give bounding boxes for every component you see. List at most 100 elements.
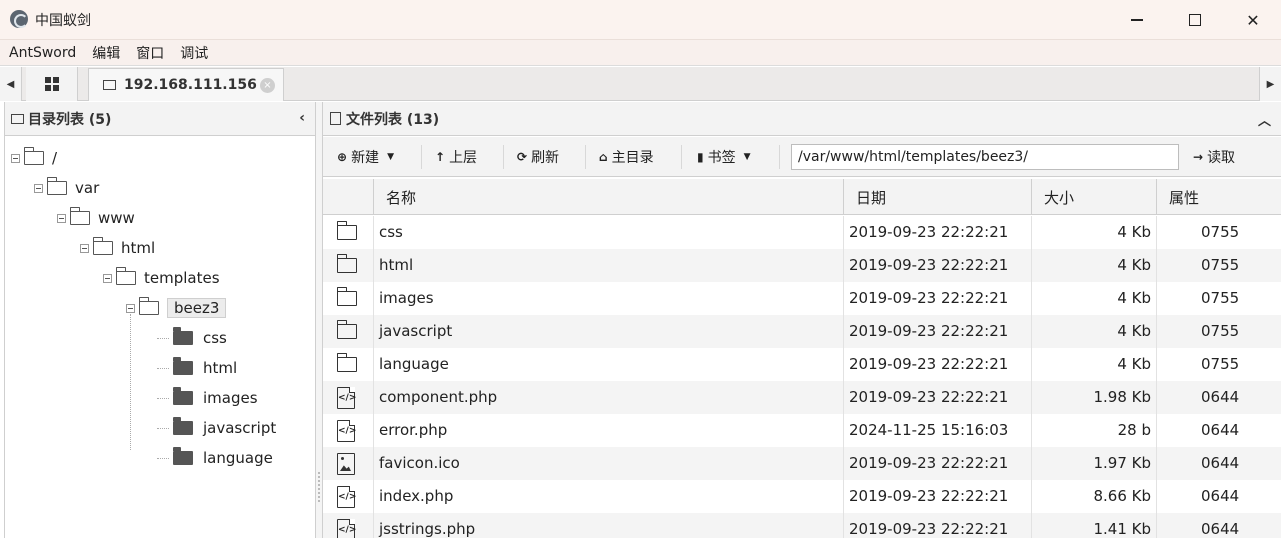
file-row[interactable]: favicon.ico 2019-09-23 22:22:21 1.97 Kb 064… <box>323 447 1281 480</box>
menu-antsword[interactable]: AntSword <box>9 45 76 61</box>
file-row[interactable]: </> component.php 2019-09-23 22:22:21 1.98 … <box>323 381 1281 414</box>
up-button[interactable]: ↑ 上层 <box>435 137 477 177</box>
file-name: images <box>379 289 434 307</box>
read-button[interactable]: → 读取 <box>1193 137 1235 177</box>
column-date[interactable]: 日期 <box>843 179 1031 215</box>
file-name: language <box>379 355 449 373</box>
file-row[interactable]: </> jsstrings.php 2019-09-23 22:22:21 1.41 … <box>323 513 1281 538</box>
collapse-toggle-icon[interactable] <box>103 273 112 283</box>
maximize-button[interactable] <box>1166 0 1224 40</box>
tree-item-label: html <box>203 359 238 377</box>
collapse-left-icon[interactable]: ‹ <box>299 110 305 126</box>
collapse-toggle-icon[interactable] <box>126 303 135 313</box>
tab-home[interactable] <box>26 67 78 101</box>
file-row[interactable]: css 2019-09-23 22:22:21 4 Kb 0755 <box>323 216 1281 249</box>
collapse-toggle-icon[interactable] <box>57 213 66 223</box>
file-panel-header: 文件列表 (13) ︿ <box>323 102 1281 136</box>
folder-open-icon <box>24 147 44 165</box>
new-button-label: 新建 <box>351 150 380 166</box>
file-size: 1.41 Kb <box>1093 520 1151 538</box>
tree-item[interactable]: language <box>157 446 273 470</box>
antsword-logo-icon <box>10 10 28 28</box>
file-row[interactable]: images 2019-09-23 22:22:21 4 Kb 0755 <box>323 282 1281 315</box>
column-size[interactable]: 大小 <box>1031 179 1156 215</box>
directory-panel-title: 目录列表 (5) <box>28 111 112 128</box>
file-date: 2019-09-23 22:22:21 <box>849 322 1009 340</box>
tree-item[interactable]: html <box>157 356 237 380</box>
file-permission: 0755 <box>1201 289 1240 307</box>
file-date: 2019-09-23 22:22:21 <box>849 454 1009 472</box>
tree-item-label: html <box>121 239 156 257</box>
folder-open-icon <box>93 237 113 255</box>
tree-item[interactable]: www <box>57 206 135 230</box>
menu-edit[interactable]: 编辑 <box>92 43 120 63</box>
tree-item-label: var <box>75 179 100 197</box>
menu-bar: AntSword 编辑 窗口 调试 <box>0 40 1281 66</box>
path-input[interactable] <box>791 144 1179 170</box>
file-row[interactable]: html 2019-09-23 22:22:21 4 Kb 0755 <box>323 249 1281 282</box>
tab-scroll-left-button[interactable]: ◀ <box>0 67 22 101</box>
column-name[interactable]: 名称 <box>373 179 843 215</box>
bookmark-button[interactable]: ▮ 书签 ▼ <box>697 137 751 177</box>
file-name: component.php <box>379 388 498 406</box>
collapse-toggle-icon[interactable] <box>34 183 43 193</box>
file-permission: 0644 <box>1201 520 1240 538</box>
folder-open-icon <box>139 297 159 315</box>
file-size: 4 Kb <box>1117 355 1151 373</box>
home-button-label: 主目录 <box>611 150 654 166</box>
tree-item-label: beez3 <box>167 298 227 318</box>
file-size: 4 Kb <box>1117 289 1151 307</box>
code-file-icon: </> <box>337 420 356 442</box>
up-button-label: 上层 <box>449 150 478 166</box>
menu-debug[interactable]: 调试 <box>180 43 208 63</box>
file-size: 8.66 Kb <box>1093 487 1151 505</box>
folder-icon <box>336 221 357 240</box>
file-name: favicon.ico <box>379 454 460 472</box>
collapse-toggle-icon[interactable] <box>80 243 89 253</box>
tab-scroll-right-button[interactable]: ▶ <box>1259 67 1281 101</box>
file-permission: 0755 <box>1201 322 1240 340</box>
code-file-icon: </> <box>337 486 356 508</box>
file-row[interactable]: javascript 2019-09-23 22:22:21 4 Kb 0755 <box>323 315 1281 348</box>
tree-item[interactable]: javascript <box>157 416 276 440</box>
collapse-toggle-icon[interactable] <box>11 153 20 163</box>
column-perm[interactable]: 属性 <box>1156 179 1281 215</box>
tree-item[interactable]: html <box>80 236 155 260</box>
file-name: index.php <box>379 487 454 505</box>
tab-host[interactable]: 192.168.111.156 × <box>88 68 284 101</box>
tree-item[interactable]: / <box>11 146 57 170</box>
chevron-down-icon: ▼ <box>387 152 394 162</box>
minimize-button[interactable] <box>1108 0 1166 40</box>
tree-item-label: www <box>98 209 135 227</box>
file-permission: 0644 <box>1201 421 1240 439</box>
file-date: 2019-09-23 22:22:21 <box>849 520 1009 538</box>
tree-item[interactable]: var <box>34 176 99 200</box>
tree-item[interactable]: images <box>157 386 258 410</box>
collapse-up-icon[interactable]: ︿ <box>1258 110 1271 129</box>
file-size: 28 b <box>1117 421 1151 439</box>
file-name: javascript <box>379 322 453 340</box>
file-name: html <box>379 256 414 274</box>
tab-close-icon[interactable]: × <box>260 78 275 93</box>
tree-item[interactable]: css <box>157 326 227 350</box>
new-button[interactable]: ⊕ 新建 ▼ <box>337 137 394 177</box>
refresh-button[interactable]: ⟳ 刷新 <box>517 137 559 177</box>
directory-panel: 目录列表 (5) ‹ / var www html templates beez3 css h… <box>4 102 316 538</box>
file-size: 4 Kb <box>1117 256 1151 274</box>
menu-window[interactable]: 窗口 <box>136 43 164 63</box>
folder-closed-icon <box>173 447 193 465</box>
tab-host-label: 192.168.111.156 <box>124 77 257 93</box>
file-permission: 0644 <box>1201 487 1240 505</box>
file-name: css <box>379 223 403 241</box>
file-permission: 0644 <box>1201 454 1240 472</box>
tree-item[interactable]: templates <box>103 266 220 290</box>
file-row[interactable]: </> error.php 2024-11-25 15:16:03 28 b 0644 <box>323 414 1281 447</box>
tree-item[interactable]: beez3 <box>126 296 227 320</box>
close-button[interactable]: ✕ <box>1224 0 1281 40</box>
plus-circle-icon: ⊕ <box>337 150 348 164</box>
file-row[interactable]: language 2019-09-23 22:22:21 4 Kb 0755 <box>323 348 1281 381</box>
file-row[interactable]: </> index.php 2019-09-23 22:22:21 8.66 Kb 06… <box>323 480 1281 513</box>
home-button[interactable]: ⌂ 主目录 <box>599 137 654 177</box>
tree-item-label: / <box>52 149 58 167</box>
tree-item-label: language <box>203 449 273 467</box>
